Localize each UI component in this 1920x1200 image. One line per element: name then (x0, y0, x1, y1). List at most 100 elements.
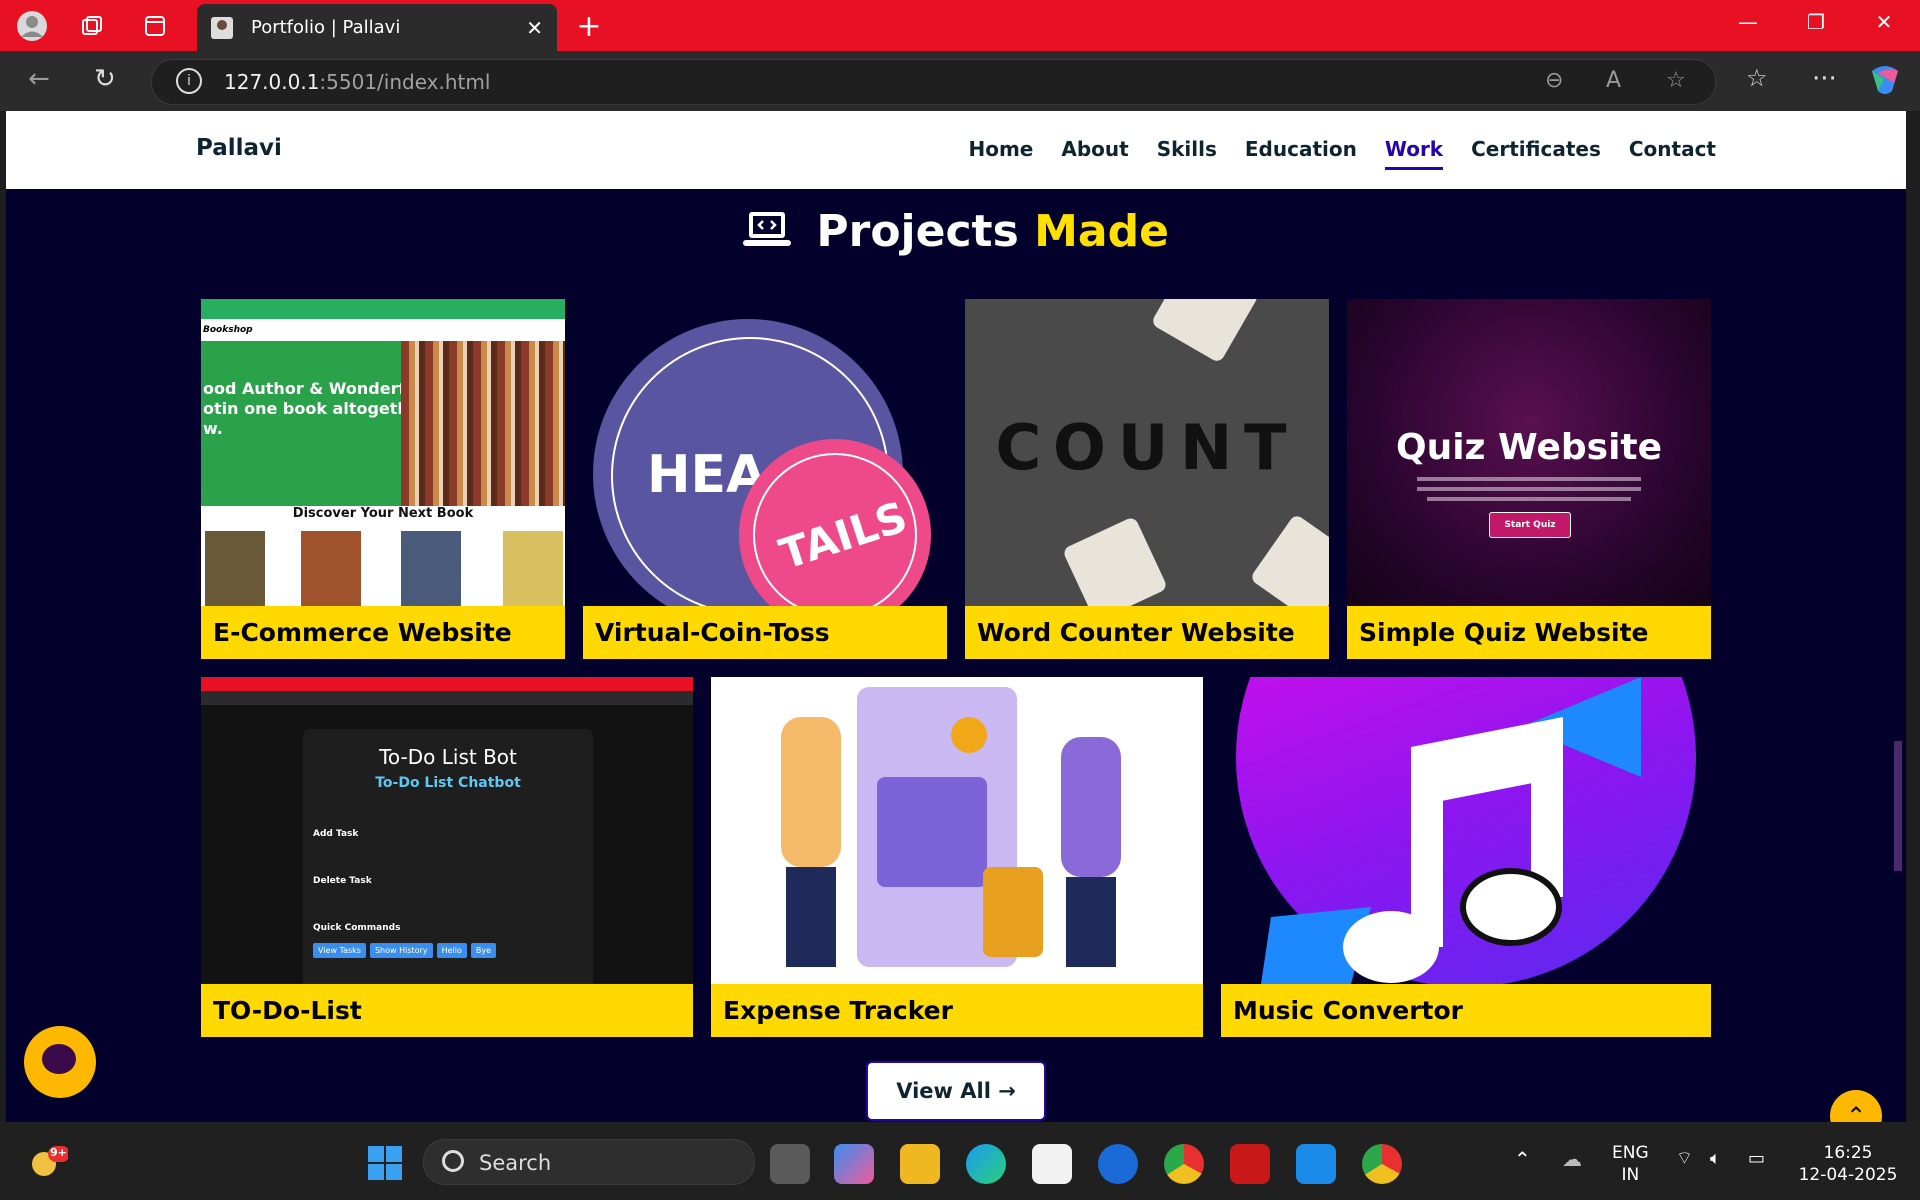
favorite-star-icon[interactable]: ☆ (1666, 68, 1686, 93)
read-aloud-icon[interactable]: A (1606, 68, 1621, 93)
todo-bot-subtitle: To-Do List Chatbot (375, 775, 521, 791)
music-note-icon (1261, 677, 1641, 984)
battery-icon[interactable]: ▭ (1748, 1148, 1765, 1170)
scroll-to-top-icon[interactable]: ⌃ (1830, 1090, 1882, 1122)
nav-work[interactable]: Work (1384, 137, 1444, 170)
windows-taskbar: 9+ Search ⌃ ☁ ENG IN ⌔ 🔈︎ ▭ 16:25 12-04-… (0, 1122, 1920, 1200)
vscode-icon[interactable] (1296, 1144, 1336, 1184)
todo-quick-label: Quick Commands (313, 923, 401, 933)
count-dice-text: COUNT (995, 410, 1299, 484)
todo-thumbnail: To-Do List Bot To-Do List Chatbot Add Ta… (201, 677, 693, 984)
project-title: TO-Do-List (201, 984, 693, 1037)
task-view-icon[interactable] (770, 1144, 810, 1184)
zoom-out-icon[interactable]: ⊖ (1545, 68, 1563, 93)
close-tab-icon[interactable]: ✕ (526, 16, 543, 40)
browser-title-bar: Portfolio | Pallavi ✕ + — ❐ ✕ (0, 0, 1920, 51)
copilot-icon[interactable] (1868, 63, 1902, 104)
nav-home[interactable]: Home (968, 137, 1033, 170)
minimize-icon[interactable]: — (1728, 10, 1768, 34)
start-icon[interactable] (368, 1146, 402, 1180)
todo-bot-title: To-Do List Bot (379, 745, 517, 769)
browser-tab-active[interactable]: Portfolio | Pallavi ✕ (197, 4, 557, 51)
todo-cmd-chip: Hello (436, 943, 467, 958)
favorites-icon[interactable]: ☆ (1746, 64, 1768, 92)
page-viewport: Pallavi Home About Skills Education Work… (6, 111, 1906, 1122)
workspaces-icon[interactable] (76, 10, 108, 42)
todo-cmd-chip: Bye (470, 943, 496, 958)
project-card-expense[interactable]: Expense Tracker (711, 677, 1203, 1037)
todo-cmd-chip: View Tasks (313, 943, 366, 958)
copilot-app-icon[interactable] (834, 1144, 874, 1184)
site-nav: Home About Skills Education Work Certifi… (940, 137, 1716, 170)
quiz-title-text: Quiz Website (1395, 427, 1663, 468)
dell-icon[interactable] (1098, 1144, 1138, 1184)
widgets-badge: 9+ (50, 1146, 67, 1159)
taskbar-search[interactable]: Search (423, 1139, 755, 1185)
mcafee-icon[interactable] (1230, 1144, 1270, 1184)
refresh-icon[interactable]: ↻ (94, 64, 116, 94)
nav-contact[interactable]: Contact (1629, 137, 1716, 170)
language-indicator[interactable]: ENG IN (1612, 1142, 1649, 1186)
ecommerce-thumbnail: Bookshop ood Author & Wonderful otin one… (201, 299, 565, 606)
nav-skills[interactable]: Skills (1157, 137, 1217, 170)
site-brand[interactable]: Pallavi (196, 135, 282, 161)
quiz-thumbnail: Quiz Website Start Quiz (1347, 299, 1711, 606)
favicon-icon (211, 16, 233, 39)
project-card-word-counter[interactable]: COUNT Word Counter Website (965, 299, 1329, 659)
nav-about[interactable]: About (1061, 137, 1128, 170)
store-icon[interactable] (1032, 1144, 1072, 1184)
nav-certificates[interactable]: Certificates (1471, 137, 1601, 170)
site-navbar: Pallavi Home About Skills Education Work… (6, 111, 1906, 189)
new-tab-icon[interactable]: + (573, 9, 605, 44)
volume-icon[interactable]: 🔈︎ (1710, 1148, 1721, 1170)
close-window-icon[interactable]: ✕ (1864, 10, 1904, 34)
chrome-profile-icon[interactable] (1362, 1144, 1402, 1184)
wifi-icon[interactable]: ⌔ (1676, 1148, 1693, 1170)
todo-cmd-chip: Show History (369, 943, 433, 958)
tray-chevron-icon[interactable]: ⌃ (1514, 1148, 1531, 1170)
search-icon (442, 1150, 464, 1172)
url-text: 127.0.0.1:5501/index.html (224, 70, 491, 94)
clock-date: 12-04-2025 (1798, 1165, 1898, 1185)
edge-icon[interactable] (966, 1144, 1006, 1184)
project-title: Simple Quiz Website (1347, 606, 1711, 659)
project-card-music[interactable]: Music Convertor (1221, 677, 1711, 1037)
page-scrollbar[interactable] (1894, 741, 1902, 871)
more-options-icon[interactable]: ··· (1812, 64, 1837, 94)
clock-time: 16:25 (1823, 1143, 1873, 1163)
bookshop-brand: Bookshop (201, 319, 565, 341)
project-card-coin-toss[interactable]: HEA TAILS Virtual-Coin-Toss (583, 299, 947, 659)
file-explorer-icon[interactable] (900, 1144, 940, 1184)
lang-code: ENG (1612, 1143, 1649, 1163)
widgets-icon[interactable]: 9+ (28, 1142, 70, 1178)
restore-icon[interactable]: ❐ (1796, 10, 1836, 34)
tab-title: Portfolio | Pallavi (251, 17, 401, 38)
project-title: Expense Tracker (711, 984, 1203, 1037)
quiz-start-button: Start Quiz (1489, 512, 1571, 538)
project-card-ecommerce[interactable]: Bookshop ood Author & Wonderful otin one… (201, 299, 565, 659)
section-title: Projects Made (6, 206, 1906, 257)
todo-add-label: Add Task (313, 829, 359, 839)
project-card-quiz[interactable]: Quiz Website Start Quiz Simple Quiz Webs… (1347, 299, 1711, 659)
profile-avatar-icon[interactable] (16, 10, 48, 42)
project-card-todo[interactable]: To-Do List Bot To-Do List Chatbot Add Ta… (201, 677, 693, 1037)
address-bar[interactable]: i 127.0.0.1:5501/index.html ⊖ A ☆ (151, 59, 1716, 105)
nav-education[interactable]: Education (1245, 137, 1357, 170)
clock[interactable]: 16:25 12-04-2025 (1796, 1142, 1900, 1186)
view-all-button[interactable]: View All → (866, 1061, 1046, 1121)
section-title-main: Projects (816, 206, 1019, 257)
chrome-icon[interactable] (1164, 1144, 1204, 1184)
section-title-accent: Made (1034, 206, 1169, 257)
project-title: Virtual-Coin-Toss (583, 606, 947, 659)
chatbot-icon[interactable] (24, 1026, 96, 1098)
site-info-icon[interactable]: i (176, 68, 202, 94)
browser-toolbar: ← ↻ i 127.0.0.1:5501/index.html ⊖ A ☆ ☆ … (0, 51, 1920, 111)
back-icon[interactable]: ← (28, 64, 50, 94)
tab-actions-icon[interactable] (139, 10, 171, 42)
bookshop-hero-text: ood Author & Wonderful otin one book alt… (201, 341, 428, 506)
expense-thumbnail (711, 677, 1203, 984)
search-label: Search (479, 1151, 552, 1175)
project-title: Music Convertor (1221, 984, 1711, 1037)
bookshop-discover: Discover Your Next Book (292, 506, 474, 521)
onedrive-icon[interactable]: ☁ (1562, 1148, 1582, 1170)
